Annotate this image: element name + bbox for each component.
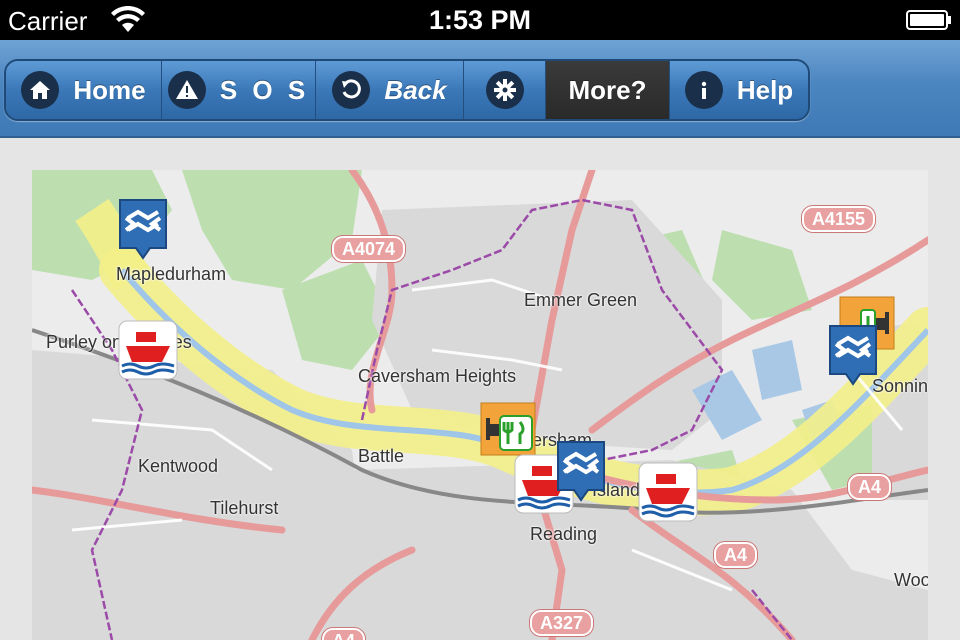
navigation-bar: Home S O S Back More? Help — [0, 40, 960, 138]
place-label: Kentwood — [138, 456, 219, 476]
info-icon — [684, 71, 723, 109]
sos-label: S O S — [219, 74, 310, 105]
place-label: Caversham Heights — [358, 366, 517, 386]
help-button[interactable]: Help — [670, 61, 808, 119]
back-label: Back — [384, 74, 447, 105]
road-label: A4 — [322, 628, 366, 640]
back-arrow-icon — [332, 71, 371, 109]
lock-icon[interactable] — [118, 198, 168, 260]
help-label: Help — [736, 74, 794, 105]
home-icon — [21, 71, 60, 109]
map-view[interactable]: A4074 A4155 A4 A4 A327 A4 Mapledurham Pu… — [32, 170, 928, 640]
toolbar-button-group: Home S O S Back More? Help — [4, 59, 810, 121]
place-label: Sonning — [872, 376, 928, 396]
place-label: Tilehurst — [210, 498, 279, 518]
home-button[interactable]: Home — [6, 61, 162, 119]
home-label: Home — [73, 74, 146, 105]
place-label: Battle — [358, 446, 405, 466]
place-label: Reading — [530, 524, 598, 544]
lock-icon[interactable] — [556, 440, 606, 502]
status-bar: Carrier 1:53 PM — [0, 0, 960, 40]
sos-button[interactable]: S O S — [162, 61, 316, 119]
back-button[interactable]: Back — [316, 61, 464, 119]
boat-hire-icon[interactable] — [118, 320, 178, 380]
more-button[interactable]: More? — [546, 61, 670, 119]
road-label: A4 — [714, 542, 758, 568]
road-label: A4074 — [332, 236, 406, 262]
place-label: Woodley — [894, 570, 928, 590]
road-label: A4 — [848, 474, 892, 500]
boat-hire-icon[interactable] — [638, 462, 698, 522]
place-label: Emmer Green — [524, 290, 638, 310]
place-label: Mapledurham — [116, 264, 227, 284]
road-label: A327 — [530, 610, 594, 636]
road-label: A4155 — [802, 206, 876, 232]
food-lodging-icon[interactable] — [480, 402, 536, 456]
battery-icon — [906, 10, 951, 30]
lock-icon[interactable] — [828, 324, 878, 386]
more-label: More? — [568, 74, 647, 105]
warning-icon — [167, 71, 206, 109]
gear-icon — [485, 71, 524, 109]
clock: 1:53 PM — [428, 5, 532, 35]
settings-button[interactable] — [464, 61, 546, 119]
